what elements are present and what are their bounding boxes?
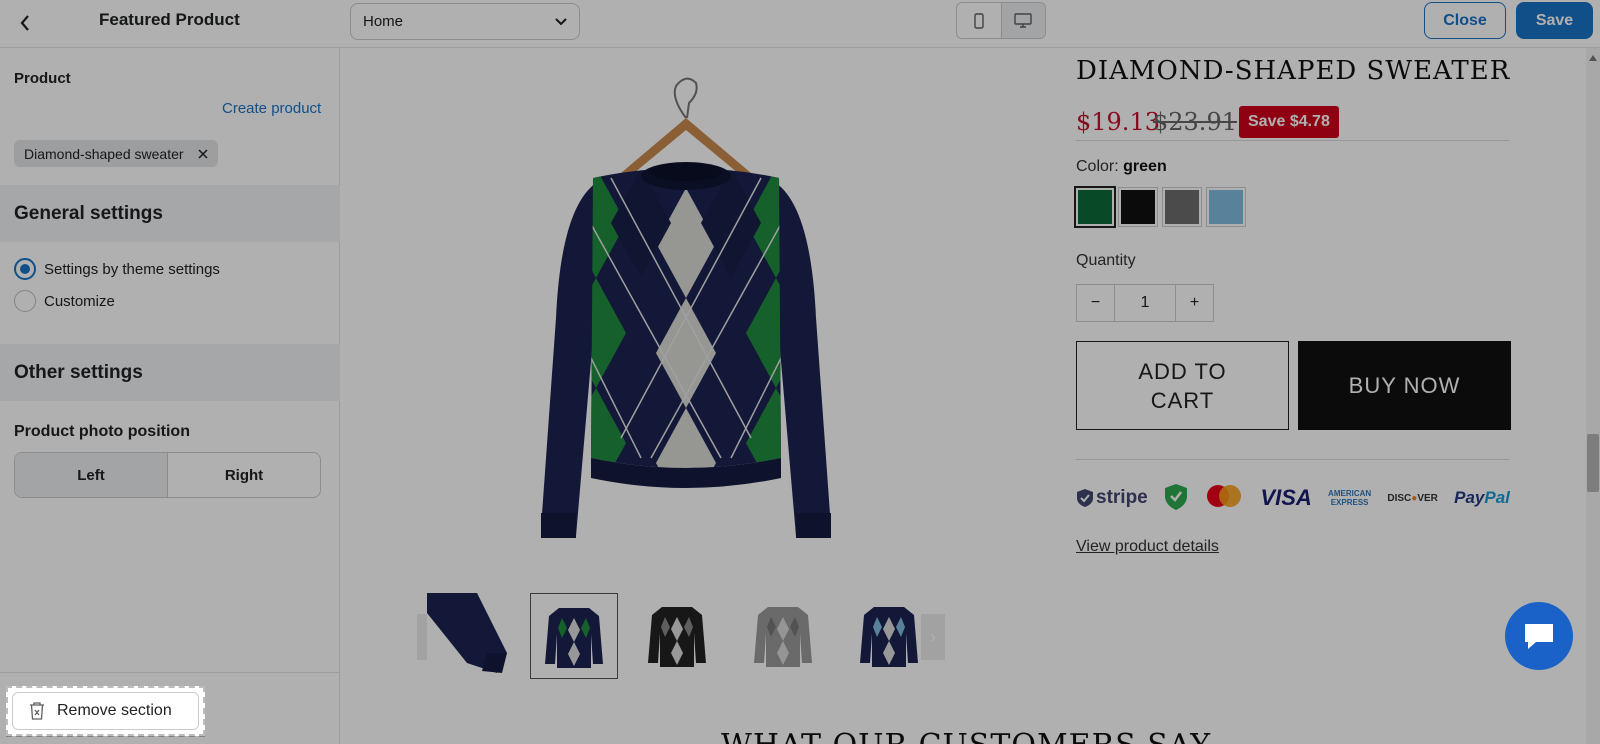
quantity-input[interactable]: 1 <box>1114 285 1176 321</box>
photo-position-left-button[interactable]: Left <box>15 453 168 497</box>
thumbnail-3[interactable] <box>633 593 721 679</box>
remove-section-label: Remove section <box>57 702 172 719</box>
swatch-black[interactable] <box>1118 187 1158 227</box>
green-sweater-photo <box>531 594 617 678</box>
other-settings-heading[interactable]: Other settings <box>0 344 340 401</box>
amex-logo-icon: AMERICAN EXPRESS <box>1328 489 1372 507</box>
chat-bubble-icon <box>1525 624 1553 649</box>
quantity-plus-button[interactable]: + <box>1176 285 1213 321</box>
radio-theme-settings[interactable]: Settings by theme settings <box>14 258 220 280</box>
black-sweater-photo <box>633 593 721 679</box>
remove-section-focus-highlight: Remove section <box>6 686 205 736</box>
mobile-icon <box>974 12 984 29</box>
divider <box>1076 140 1510 141</box>
remove-section-button-highlight[interactable]: Remove section <box>12 692 199 730</box>
product-title: DIAMOND-SHAPED SWEATER <box>1076 56 1511 86</box>
color-value: green <box>1123 158 1167 175</box>
device-toggle <box>956 2 1046 39</box>
visa-logo-icon: VISA <box>1260 485 1312 510</box>
mastercard-logo-icon <box>1207 485 1242 507</box>
save-badge: Save $4.78 <box>1239 106 1339 138</box>
chevron-down-icon <box>555 17 567 25</box>
photo-position-label: Product photo position <box>14 423 190 440</box>
payment-logos: stripe VISA AMERICAN EXPRESS DISC●VER Pay… <box>1076 480 1510 516</box>
color-label: Color: green <box>1076 158 1167 176</box>
secure-shield-icon <box>1164 484 1187 510</box>
swatch-gray[interactable] <box>1162 187 1202 227</box>
selected-product-chip: Diamond-shaped sweater <box>14 140 218 167</box>
photo-position-right-button[interactable]: Right <box>168 453 320 497</box>
chat-widget-button[interactable] <box>1505 602 1573 670</box>
discover-logo-icon: DISC●VER <box>1387 492 1438 504</box>
swatch-light-blue[interactable] <box>1206 187 1246 227</box>
blue-sweater-photo <box>845 593 933 679</box>
scroll-up-arrow-icon[interactable] <box>1589 55 1597 61</box>
thumbnail-5[interactable] <box>845 593 933 679</box>
settings-sidebar: Product Create product Diamond-shaped sw… <box>0 48 340 744</box>
add-to-cart-button[interactable]: ADD TO CART <box>1076 341 1289 430</box>
sale-price: $19.13 <box>1076 108 1160 136</box>
selected-product-name: Diamond-shaped sweater <box>24 145 184 162</box>
radio-customize[interactable]: Customize <box>14 290 115 312</box>
preview-scrollbar[interactable] <box>1586 48 1600 744</box>
mobile-view-button[interactable] <box>957 3 1001 38</box>
radio-label: Customize <box>44 292 115 310</box>
color-label-text: Color: <box>1076 158 1119 175</box>
back-arrow-icon[interactable] <box>10 8 40 38</box>
create-product-link[interactable]: Create product <box>222 100 321 117</box>
radio-checked-icon[interactable] <box>14 258 36 280</box>
store-preview: ‹ › DIAMOND-SHAPED SWEATER $19.13 $23.91… <box>341 48 1586 744</box>
radio-unchecked-icon[interactable] <box>14 290 36 312</box>
page-selector-dropdown[interactable]: Home <box>350 3 580 40</box>
divider <box>1076 459 1510 460</box>
save-button[interactable]: Save <box>1516 2 1593 39</box>
compare-at-price: $23.91 <box>1153 108 1237 136</box>
radio-label: Settings by theme settings <box>44 260 220 278</box>
thumbnail-next-arrow-icon[interactable]: › <box>921 614 945 660</box>
view-product-details-link[interactable]: View product details <box>1076 538 1219 556</box>
product-label: Product <box>14 70 71 87</box>
thumbnail-4[interactable] <box>739 593 827 679</box>
desktop-view-button[interactable] <box>1000 3 1045 38</box>
thumbnail-1[interactable] <box>427 593 515 679</box>
remove-chip-close-icon[interactable] <box>198 148 208 159</box>
add-to-cart-label: ADD TO CART <box>1138 358 1227 413</box>
paypal-logo-icon: PayPal <box>1454 488 1510 507</box>
testimonials-heading: WHAT OUR CUSTOMERS SAY <box>721 728 1211 744</box>
quantity-stepper: − 1 + <box>1076 284 1214 322</box>
buy-now-button[interactable]: BUY NOW <box>1298 341 1511 430</box>
scrollbar-thumb[interactable] <box>1587 434 1599 492</box>
page-title: Featured Product <box>99 10 240 29</box>
swatch-green[interactable] <box>1074 186 1116 228</box>
stripe-logo-icon: stripe <box>1076 487 1148 509</box>
thumbnail-2[interactable] <box>530 593 618 679</box>
product-main-image[interactable] <box>501 58 871 588</box>
desktop-icon <box>1014 13 1032 28</box>
photo-position-toggle: Left Right <box>14 452 321 498</box>
gray-sweater-photo <box>739 593 827 679</box>
page-selector-value: Home <box>363 13 404 30</box>
general-settings-heading[interactable]: General settings <box>0 185 340 242</box>
sleeve-photo <box>427 593 515 679</box>
trash-icon <box>30 702 44 720</box>
close-button[interactable]: Close <box>1424 2 1506 39</box>
quantity-label: Quantity <box>1076 252 1136 269</box>
top-bar: Featured Product Home Close Save <box>0 0 1600 48</box>
quantity-minus-button[interactable]: − <box>1077 285 1114 321</box>
